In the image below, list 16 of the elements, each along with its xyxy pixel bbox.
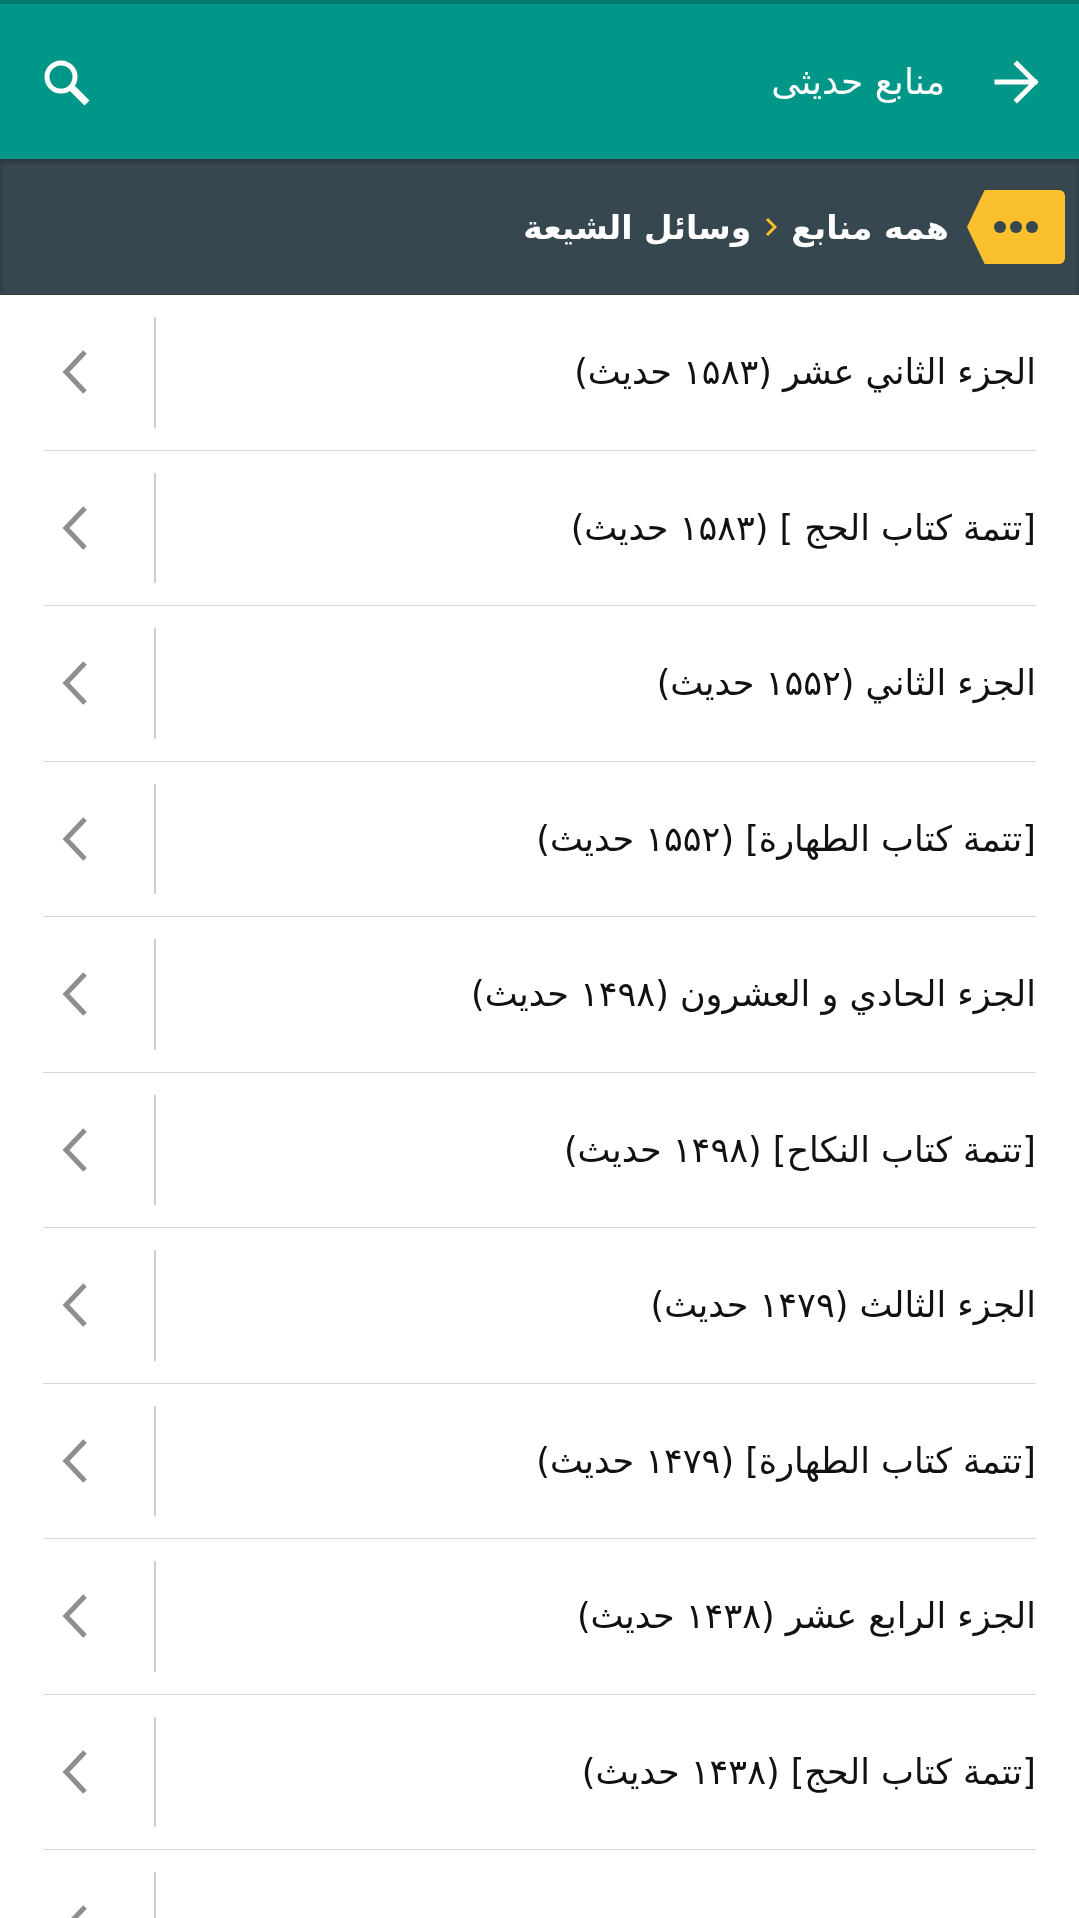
list-item-label[interactable]: الجزء الثاني (۱۵۵۲ حديث) [156,663,1036,704]
list-item-label[interactable]: الجزء الثاني عشر (۱۵۸۳ حديث) [156,352,1036,393]
list-item-label[interactable]: [تتمة كتاب الطهارة] (۱۵۵۲ حديث) [156,818,1036,859]
list-item-label[interactable]: الجزء الرابع عشر (۱۴۳۸ حديث) [156,1596,1036,1637]
breadcrumb-item[interactable]: همه منابع [791,207,949,247]
list-item-label[interactable]: الجزء الحادي و العشرون (۱۴۹۸ حديث) [156,974,1036,1015]
arrow-icon [993,59,1041,104]
app-title: منابع حدیثی [770,61,945,102]
list-item-label[interactable]: [تتمة كتاب الطهارة] (۱۴۷۹ حديث) [156,1440,1036,1481]
more-icon [992,220,1040,234]
list-item-label[interactable]: الجزء الثالث (۱۴۷۹ حديث) [156,1285,1036,1326]
list-item-label[interactable]: [تتمة كتاب النكاح] (۱۴۹۸ حديث) [156,1129,1036,1170]
list-item-label[interactable]: [تتمة كتاب الحج] (۱۴۳۸ حديث) [156,1751,1036,1792]
more-button[interactable] [967,190,1065,264]
breadcrumb-item[interactable]: وسائل الشيعة [523,207,752,247]
list-item-label[interactable]: [تتمة كتاب الحج ] (۱۵۸۳ حديث) [156,507,1036,548]
